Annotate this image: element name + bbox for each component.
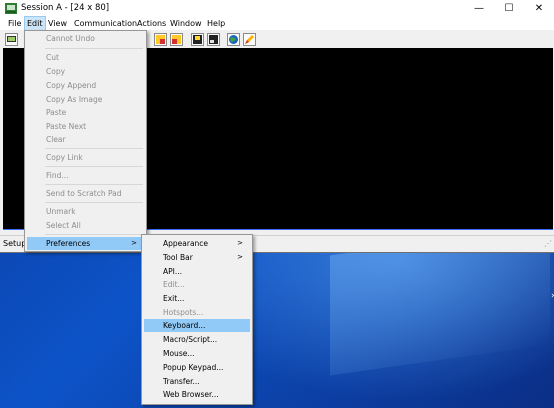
menu-item-appearance[interactable]: Appearance > bbox=[144, 237, 250, 250]
submenu-arrow-icon: > bbox=[237, 239, 243, 247]
menu-item-api[interactable]: API... bbox=[144, 265, 250, 278]
menu-separator bbox=[45, 234, 143, 235]
menu-item-preferences-label: Preferences bbox=[46, 239, 91, 248]
menu-item-keyboard[interactable]: Keyboard... bbox=[144, 319, 250, 332]
menu-item-copy-append[interactable]: Copy Append bbox=[27, 79, 144, 92]
menu-separator bbox=[45, 48, 143, 49]
menu-item-unmark[interactable]: Unmark bbox=[27, 205, 144, 218]
menu-item-copy-link[interactable]: Copy Link bbox=[27, 151, 144, 164]
menu-item-hotspots[interactable]: Hotspots... bbox=[144, 306, 250, 319]
menu-separator bbox=[45, 202, 143, 203]
close-button[interactable]: ✕ bbox=[524, 0, 554, 17]
menu-edit[interactable]: Edit bbox=[24, 16, 46, 31]
menu-item-appearance-label: Appearance bbox=[163, 239, 209, 248]
menu-item-tool-bar-label: Tool Bar bbox=[163, 253, 193, 262]
menu-item-copy-as-image[interactable]: Copy As Image bbox=[27, 93, 144, 106]
toolbar-session-icon[interactable] bbox=[5, 33, 18, 46]
menu-file[interactable]: File bbox=[6, 17, 23, 30]
edit-menu: Cannot Undo Cut Copy Copy Append Copy As… bbox=[24, 30, 147, 252]
menu-help[interactable]: Help bbox=[205, 17, 227, 30]
menu-item-edit[interactable]: Edit... bbox=[144, 278, 250, 291]
menu-item-preferences[interactable]: Preferences > bbox=[27, 237, 144, 250]
menu-separator bbox=[45, 148, 143, 149]
menu-item-clear[interactable]: Clear bbox=[27, 133, 144, 146]
submenu-arrow-icon: > bbox=[237, 253, 243, 261]
menu-item-send-to-scratch-pad[interactable]: Send to Scratch Pad bbox=[27, 187, 144, 200]
toolbar-receive-icon[interactable] bbox=[170, 33, 183, 46]
menu-window[interactable]: Window bbox=[168, 17, 204, 30]
menu-separator bbox=[45, 166, 143, 167]
preferences-submenu: Appearance > Tool Bar > API... Edit... E… bbox=[141, 234, 253, 405]
menu-item-paste-next[interactable]: Paste Next bbox=[27, 120, 144, 133]
resize-grip-icon[interactable]: ⋰ bbox=[544, 239, 552, 248]
menu-view[interactable]: View bbox=[46, 17, 69, 30]
toolbar-macro-icon[interactable] bbox=[191, 33, 204, 46]
maximize-button[interactable]: ☐ bbox=[494, 0, 524, 17]
menu-item-cut[interactable]: Cut bbox=[27, 51, 144, 64]
menu-item-select-all[interactable]: Select All bbox=[27, 219, 144, 232]
minimize-button[interactable]: — bbox=[464, 0, 494, 17]
menu-item-exit[interactable]: Exit... bbox=[144, 292, 250, 305]
menu-item-macro-script[interactable]: Macro/Script... bbox=[144, 333, 250, 346]
menu-item-find[interactable]: Find... bbox=[27, 169, 144, 182]
toolbar-pencil-icon[interactable] bbox=[243, 33, 256, 46]
menu-separator bbox=[45, 184, 143, 185]
status-text: Setup bbox=[3, 239, 27, 248]
menu-bar: File Edit View Communication Actions Win… bbox=[0, 16, 554, 31]
menu-item-tool-bar[interactable]: Tool Bar > bbox=[144, 251, 250, 264]
menu-item-paste[interactable]: Paste bbox=[27, 106, 144, 119]
menu-actions[interactable]: Actions bbox=[135, 17, 168, 30]
submenu-arrow-icon: > bbox=[131, 239, 137, 247]
title-bar[interactable]: Session A - [24 x 80] — ☐ ✕ bbox=[0, 0, 554, 17]
window-title: Session A - [24 x 80] bbox=[21, 3, 110, 13]
menu-item-copy[interactable]: Copy bbox=[27, 65, 144, 78]
menu-item-web-browser[interactable]: Web Browser... bbox=[144, 388, 250, 401]
toolbar-globe-icon[interactable] bbox=[227, 33, 240, 46]
menu-item-mouse[interactable]: Mouse... bbox=[144, 347, 250, 360]
app-icon bbox=[5, 3, 17, 14]
menu-item-popup-keypad[interactable]: Popup Keypad... bbox=[144, 361, 250, 374]
toolbar-record-icon[interactable] bbox=[207, 33, 220, 46]
menu-communication[interactable]: Communication bbox=[72, 17, 139, 30]
menu-item-transfer[interactable]: Transfer... bbox=[144, 375, 250, 388]
menu-item-cannot-undo[interactable]: Cannot Undo bbox=[27, 32, 144, 45]
toolbar-send-icon[interactable] bbox=[154, 33, 167, 46]
